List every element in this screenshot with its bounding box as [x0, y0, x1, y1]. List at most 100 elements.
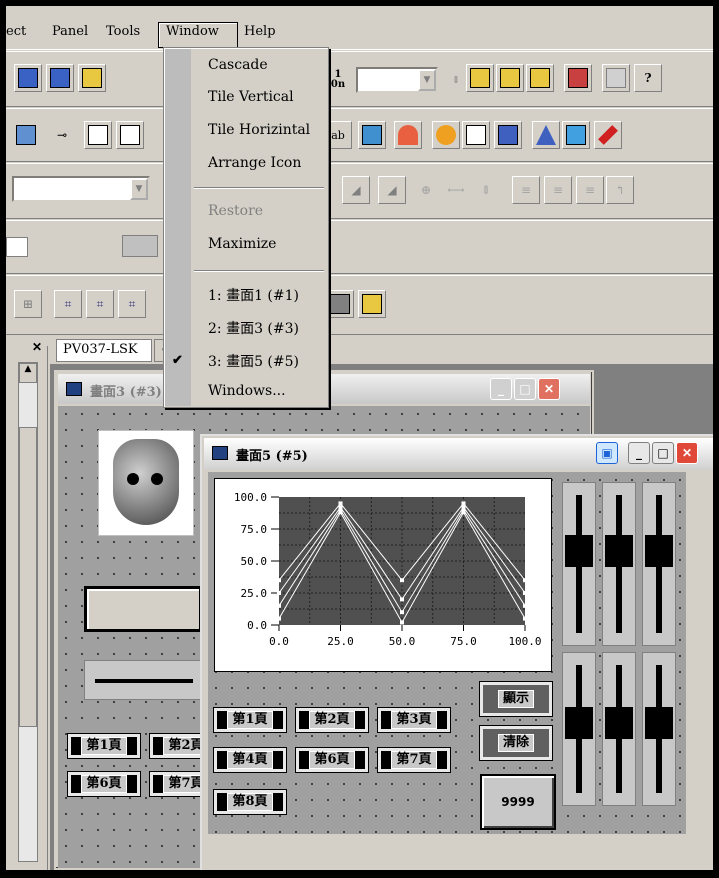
tb-calendar-icon[interactable]	[462, 121, 490, 149]
tb-keypad-icon[interactable]	[116, 121, 144, 149]
tb-back-icon[interactable]	[358, 290, 386, 318]
window-5-minimize-button[interactable]: _	[628, 442, 650, 464]
window-3-minimize-button[interactable]: _	[490, 378, 512, 400]
window-3-maximize-button[interactable]: □	[514, 378, 536, 400]
series-point	[461, 501, 466, 506]
slider-3[interactable]	[642, 482, 676, 646]
tb-download-icon[interactable]	[46, 64, 74, 92]
left-panel-scrollbar[interactable]: ▲	[18, 362, 38, 862]
tb-open-icon[interactable]	[496, 64, 524, 92]
menu-separator	[194, 187, 324, 189]
window-5-restore-button[interactable]: ▣	[596, 442, 618, 464]
slider-3-knob[interactable]	[645, 535, 673, 567]
slider-5[interactable]	[602, 652, 636, 806]
menu-window-3[interactable]: 2: 畫面3 (#3)	[208, 318, 299, 338]
tb-align-right-icon[interactable]: ≡	[576, 176, 604, 204]
tb-folder-icon[interactable]	[466, 64, 494, 92]
tb-upload-icon[interactable]	[78, 64, 106, 92]
tb-numeric-icon[interactable]	[84, 121, 112, 149]
win5-page-button-2[interactable]: 第2頁	[296, 708, 368, 732]
slider-4-knob[interactable]	[565, 707, 593, 739]
tb-timer-icon[interactable]	[432, 121, 460, 149]
menu-panel[interactable]: Panel	[52, 24, 88, 39]
window-5-maximize-button[interactable]: □	[652, 442, 674, 464]
win5-page-button-7[interactable]: 第7頁	[378, 748, 450, 772]
slider-2[interactable]	[602, 482, 636, 646]
menu-window-1[interactable]: 1: 畫面1 (#1)	[208, 285, 299, 305]
tb-compass-icon[interactable]	[532, 121, 560, 149]
win5-page-button-8[interactable]: 第8頁	[214, 790, 286, 814]
win5-page-button-4[interactable]: 第4頁	[214, 748, 286, 772]
tb-sum-icon[interactable]	[494, 121, 522, 149]
window-5-titlebar[interactable]: 畫面5 (#5) ▣ _ □ ✕	[204, 438, 719, 470]
menu-tile-vertical[interactable]: Tile Vertical	[208, 89, 294, 105]
tb-align-left-icon[interactable]: ≡	[512, 176, 540, 204]
tb-combo-3[interactable]	[6, 237, 28, 257]
tb-gauge-icon[interactable]	[394, 121, 422, 149]
tb-ungroup-icon[interactable]: ⌗	[86, 290, 114, 318]
slider-4[interactable]	[562, 652, 596, 806]
win3-page-button-1[interactable]: 第1頁	[68, 734, 140, 758]
tb-print-icon[interactable]	[602, 64, 630, 92]
tb-order-icon[interactable]: ⌗	[118, 290, 146, 318]
window-5-title: 畫面5 (#5)	[236, 449, 308, 464]
menu-check-icon: ✔	[172, 353, 183, 368]
slider-5-knob[interactable]	[605, 707, 633, 739]
series-point	[461, 510, 466, 515]
slider-2-knob[interactable]	[605, 535, 633, 567]
tb-front-icon[interactable]	[326, 290, 354, 318]
tb-fill-1-icon[interactable]: ◢	[342, 176, 370, 204]
tb-save-icon[interactable]	[14, 64, 42, 92]
tab-project[interactable]: PV037-LSK	[56, 339, 152, 362]
tb-monitor-icon[interactable]	[12, 121, 40, 149]
tb-combo-2[interactable]: ▼	[12, 176, 150, 202]
tb-triangle-icon[interactable]	[562, 121, 590, 149]
menu-windows-list[interactable]: Windows...	[208, 383, 286, 399]
toolbar-row-2: ⊸ ab	[6, 108, 719, 162]
menu-window-5[interactable]: 3: 畫面5 (#5)	[208, 351, 299, 371]
scroll-up-icon[interactable]: ▲	[19, 363, 37, 383]
clear-button[interactable]: 清除	[480, 726, 552, 760]
tb-bitmap-icon[interactable]	[358, 121, 386, 149]
win5-page-button-6[interactable]: 第6頁	[296, 748, 368, 772]
tb-help-icon[interactable]: ?	[634, 64, 662, 92]
slider-1[interactable]	[562, 482, 596, 646]
window-3-close-button[interactable]: ✕	[538, 378, 560, 400]
menu-arrange-icon[interactable]: Arrange Icon	[208, 155, 301, 171]
menu-maximize[interactable]: Maximize	[208, 236, 276, 252]
tb-hresize-icon[interactable]: ⟷	[442, 176, 470, 204]
tb-layer-icon[interactable]	[122, 235, 158, 257]
slider-1-knob[interactable]	[565, 535, 593, 567]
show-button[interactable]: 顯示	[480, 682, 552, 716]
x-tick-label: 0.0	[269, 635, 289, 648]
menu-select[interactable]: ect	[6, 24, 26, 39]
tb-edit-icon[interactable]	[526, 64, 554, 92]
tb-marker-icon[interactable]	[594, 121, 622, 149]
menu-cascade[interactable]: Cascade	[208, 57, 268, 73]
left-panel-close-icon[interactable]: ✕	[32, 340, 42, 354]
tb-rotate-icon[interactable]: ↰	[606, 176, 634, 204]
tb-grid-icon[interactable]: ⊞	[14, 290, 42, 318]
scroll-thumb[interactable]	[19, 427, 37, 727]
slider-6[interactable]	[642, 652, 676, 806]
win5-page-button-3[interactable]: 第3頁	[378, 708, 450, 732]
menu-help[interactable]: Help	[244, 24, 276, 39]
toolbar-row-3: ▼ ◢ ◢ ⊕ ⟷ ⇕ ≡ ≡ ≡ ↰	[6, 163, 719, 219]
tb-user-icon[interactable]	[564, 64, 592, 92]
tb-combo-1[interactable]: ▼	[356, 67, 438, 93]
window-5-close-button[interactable]: ✕	[676, 442, 698, 464]
slider-6-knob[interactable]	[645, 707, 673, 739]
tb-crosshair-icon[interactable]: ⊕	[412, 176, 440, 204]
tb-align-center-icon[interactable]: ≡	[544, 176, 572, 204]
series-point	[277, 591, 281, 595]
win5-page-button-1[interactable]: 第1頁	[214, 708, 286, 732]
menu-tile-horizontal[interactable]: Tile Horizintal	[208, 122, 310, 138]
tb-vresize-icon[interactable]: ⇕	[472, 176, 500, 204]
menu-tools[interactable]: Tools	[106, 24, 140, 39]
win3-page-button-6[interactable]: 第6頁	[68, 772, 140, 796]
menu-window[interactable]: Window	[166, 24, 219, 39]
tb-switch-icon[interactable]: ⊸	[48, 121, 76, 149]
menu-restore: Restore	[208, 203, 264, 219]
tb-group-icon[interactable]: ⌗	[54, 290, 82, 318]
tb-fill-2-icon[interactable]: ◢	[378, 176, 406, 204]
